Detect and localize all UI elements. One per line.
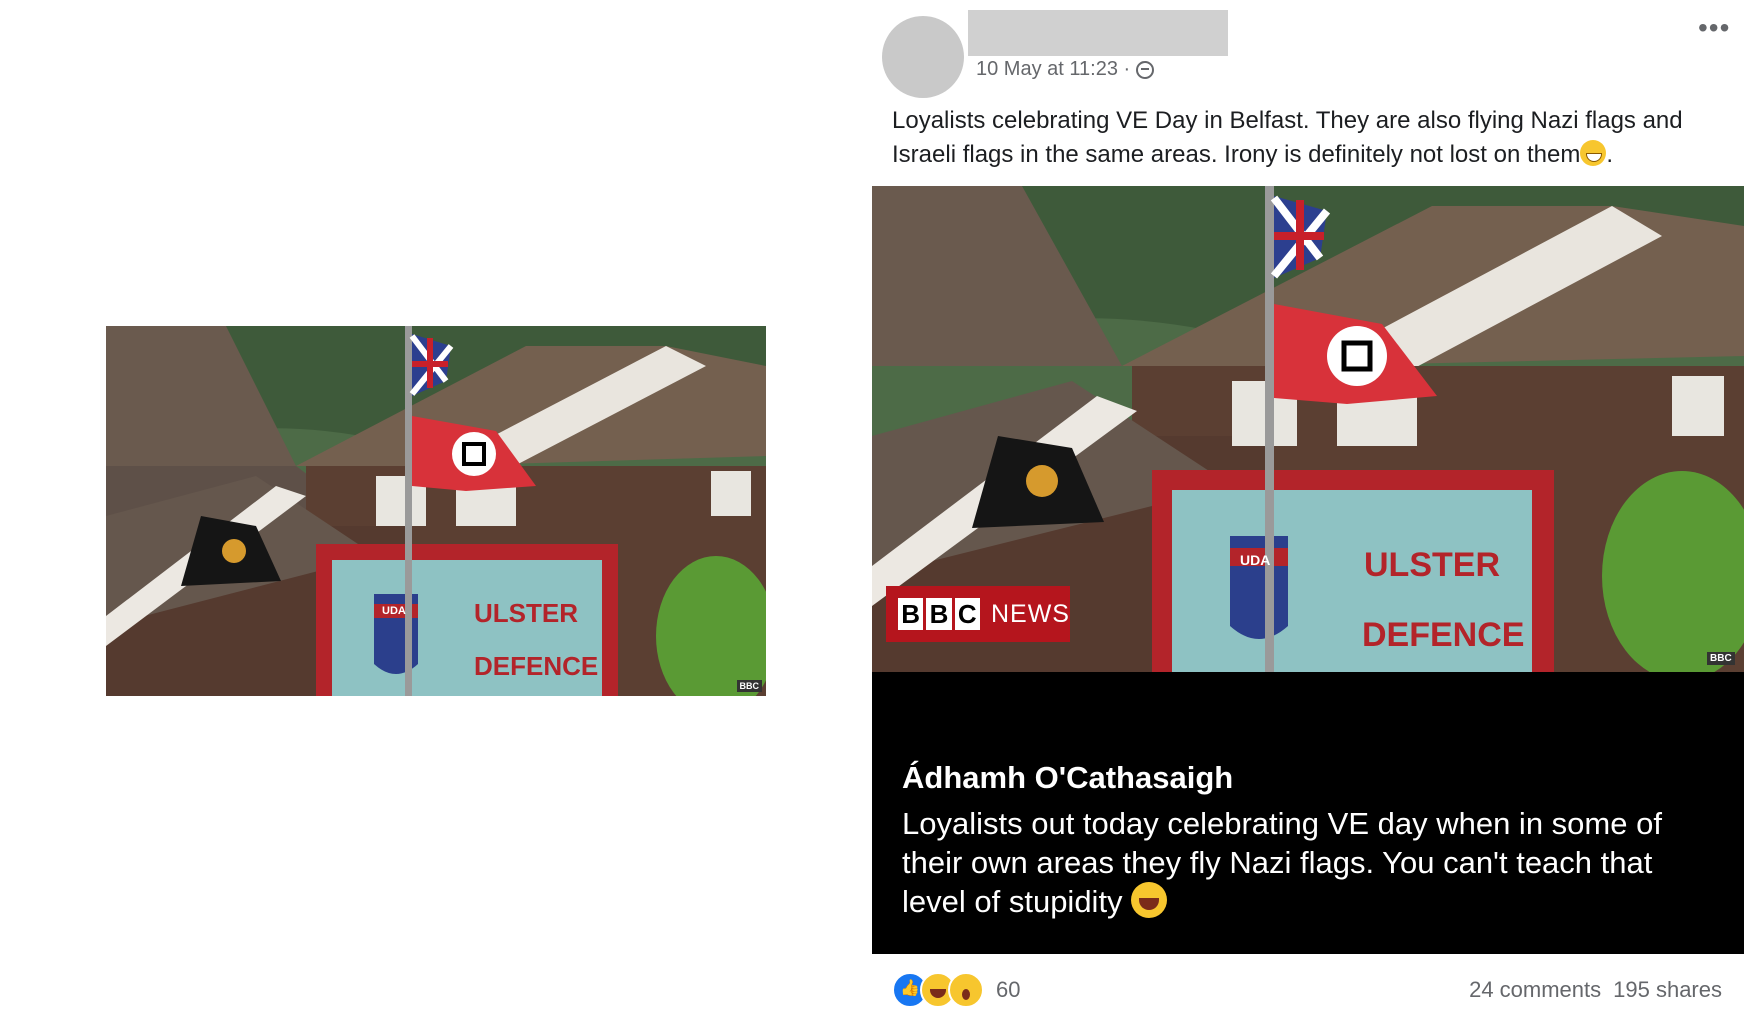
post-sign-line2: DEFENCE: [1362, 616, 1525, 654]
bbc-news-logo: B B C NEWS: [886, 586, 1070, 642]
grin-emoji-icon: [1580, 140, 1607, 166]
shares-link[interactable]: 195 shares: [1613, 977, 1722, 1003]
bbc-letter-1: B: [898, 598, 924, 630]
comments-link[interactable]: 24 comments: [1469, 977, 1601, 1003]
timestamp-text[interactable]: 10 May at 11:23 ·: [976, 58, 1130, 81]
bbc-letter-3: C: [954, 598, 980, 630]
author-name-redacted[interactable]: [968, 10, 1228, 56]
post-timestamp[interactable]: 10 May at 11:23 ·: [976, 58, 1155, 81]
more-options-icon[interactable]: •••: [1698, 14, 1730, 42]
reactions-summary[interactable]: 60: [892, 972, 1020, 1008]
caption-text-body: Loyalists out today celebrating VE day w…: [902, 806, 1662, 919]
globe-icon: [1136, 60, 1155, 79]
bbc-letter-2: B: [926, 598, 952, 630]
avatar[interactable]: [882, 16, 964, 98]
left-sign-line1: ULSTER: [474, 598, 578, 628]
post-text-end: .: [1606, 141, 1614, 168]
left-photo: ULSTER DEFENCE UDA BBC: [106, 326, 766, 696]
left-sign-line2: DEFENCE: [474, 651, 599, 681]
engagement-counts: 24 comments 195 shares: [1469, 977, 1722, 1003]
wow-icon: [948, 972, 984, 1008]
laughing-emoji-icon: [1131, 882, 1168, 918]
left-crest-text: UDA: [382, 605, 406, 617]
post-text: Loyalists celebrating VE Day in Belfast.…: [892, 104, 1732, 172]
post-crest-text: UDA: [1240, 552, 1271, 568]
left-bbc-watermark: BBC: [736, 680, 762, 692]
caption-author: Ádhamh O'Cathasaigh: [902, 760, 1234, 795]
caption-text: Loyalists out today celebrating VE day w…: [902, 804, 1722, 921]
post-text-body: Loyalists celebrating VE Day in Belfast.…: [892, 107, 1683, 168]
post-sign-line1: ULSTER: [1364, 546, 1500, 584]
left-photo-scene: [106, 326, 766, 696]
post-image[interactable]: ULSTER DEFENCE UDA B B C NEWS BBC Ádhamh…: [872, 186, 1744, 954]
reaction-count[interactable]: 60: [996, 977, 1020, 1003]
facebook-post: 10 May at 11:23 · ••• Loyalists celebrat…: [872, 0, 1744, 1024]
post-bbc-watermark: BBC: [1707, 652, 1735, 665]
bbc-news-text: NEWS: [990, 599, 1070, 628]
